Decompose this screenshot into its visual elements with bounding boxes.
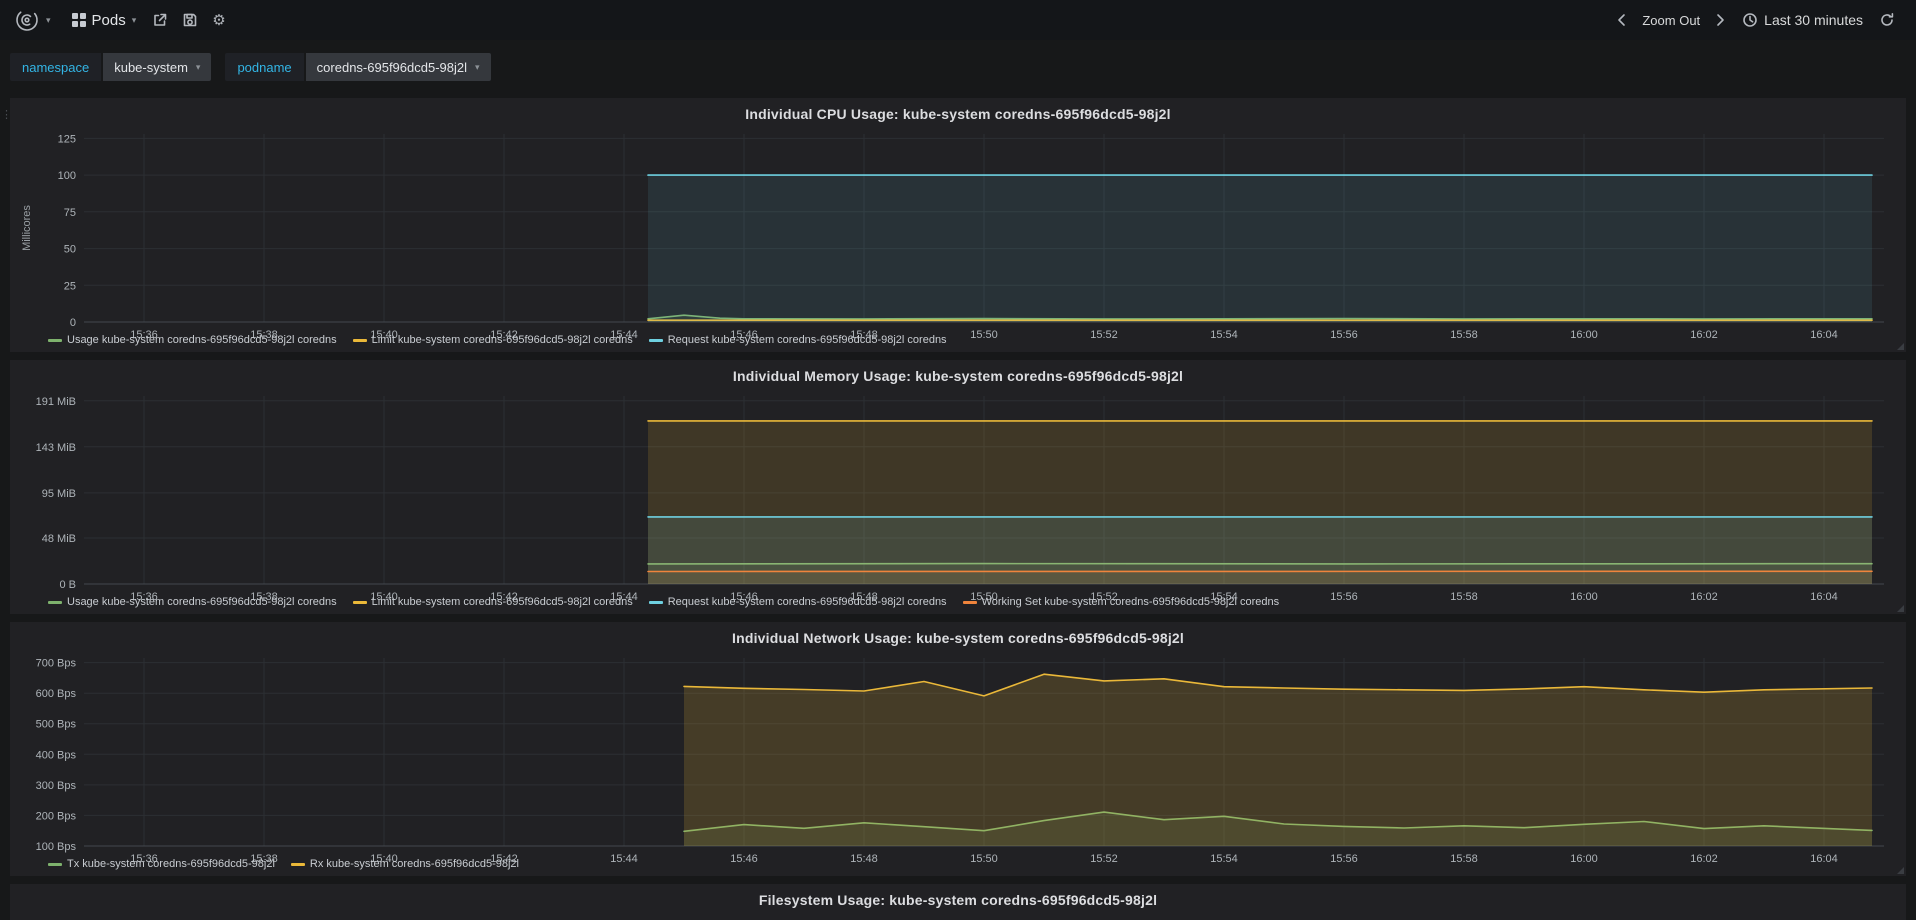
- legend-item[interactable]: Tx kube-system coredns-695f96dcd5-98j2l: [48, 858, 275, 870]
- svg-text:191 MiB: 191 MiB: [36, 396, 76, 408]
- svg-text:143 MiB: 143 MiB: [36, 442, 76, 454]
- svg-text:48 MiB: 48 MiB: [42, 533, 76, 545]
- svg-text:75: 75: [64, 207, 76, 219]
- time-range-button[interactable]: Last 30 minutes: [1733, 6, 1872, 34]
- time-range-label: Last 30 minutes: [1764, 12, 1863, 28]
- navbar-right: Zoom Out Last 30 minutes: [1609, 6, 1902, 34]
- namespace-select[interactable]: kube-system ▾: [103, 53, 212, 81]
- zoom-out-label: Zoom Out: [1642, 12, 1701, 28]
- svg-text:0 B: 0 B: [59, 579, 76, 591]
- refresh-button[interactable]: [1872, 6, 1902, 34]
- time-forward-button[interactable]: [1709, 7, 1733, 33]
- variable-podname-label: podname: [225, 53, 304, 81]
- svg-text:100: 100: [58, 170, 76, 182]
- legend-item[interactable]: Usage kube-system coredns-695f96dcd5-98j…: [48, 596, 337, 608]
- cpu-usage-chart-plot[interactable]: 0 25 50 75 100 125 15:36 15:38 15:40 15:42 15:44 15…: [18, 126, 1898, 341]
- settings-button[interactable]: ⚙: [205, 7, 232, 34]
- svg-text:600 Bps: 600 Bps: [36, 688, 77, 700]
- svg-text:100 Bps: 100 Bps: [36, 841, 77, 853]
- legend-item[interactable]: Request kube-system coredns-695f96dcd5-9…: [648, 596, 947, 608]
- chevron-right-icon: [1717, 14, 1724, 26]
- filesystem-usage-chart-plot[interactable]: [18, 912, 1898, 920]
- memory-usage-chart-plot[interactable]: 0 B 48 MiB 95 MiB 143 MiB 191 MiB 15:36 15:38 1…: [18, 388, 1898, 603]
- grafana-logo-button[interactable]: ▾: [8, 3, 57, 37]
- variable-namespace: namespace kube-system ▾: [10, 53, 212, 81]
- legend-item[interactable]: Working Set kube-system coredns-695f96dc…: [962, 596, 1279, 608]
- chevron-left-icon: [1618, 14, 1626, 26]
- svg-text:25: 25: [64, 280, 76, 292]
- svg-text:200 Bps: 200 Bps: [36, 810, 77, 822]
- panel-title[interactable]: Individual Memory Usage: kube-system cor…: [18, 365, 1898, 388]
- panel-title[interactable]: Individual Network Usage: kube-system co…: [18, 627, 1898, 650]
- share-icon: [154, 13, 167, 26]
- zoom-out-button[interactable]: Zoom Out: [1633, 7, 1709, 34]
- chevron-down-icon: ▾: [195, 61, 201, 72]
- svg-text:700 Bps: 700 Bps: [36, 658, 77, 670]
- gear-icon: ⚙: [212, 11, 226, 29]
- clock-icon: [1743, 13, 1757, 27]
- save-button[interactable]: [175, 6, 205, 34]
- grid-icon: [71, 13, 86, 27]
- chart-legend: Usage kube-system coredns-695f96dcd5-98j…: [18, 594, 1898, 612]
- navbar-left: ▾ Pods ▾ ⚙: [8, 3, 233, 37]
- variable-namespace-label: namespace: [10, 53, 102, 81]
- svg-text:95 MiB: 95 MiB: [42, 488, 76, 500]
- legend-item[interactable]: Rx kube-system coredns-695f96dcd5-98j2l: [290, 858, 519, 870]
- panel-network-usage: Individual Network Usage: kube-system co…: [10, 622, 1906, 876]
- dashboard-panels: Individual CPU Usage: kube-system coredn…: [0, 98, 1916, 920]
- svg-text:Millicores: Millicores: [21, 205, 33, 251]
- legend-item[interactable]: Limit kube-system coredns-695f96dcd5-98j…: [352, 334, 633, 346]
- network-usage-chart-plot[interactable]: 100 Bps 200 Bps 300 Bps 400 Bps 500 Bps 600 B…: [18, 650, 1898, 865]
- namespace-value: kube-system: [114, 59, 188, 75]
- share-button[interactable]: [145, 6, 175, 34]
- svg-text:500 Bps: 500 Bps: [36, 719, 77, 731]
- panel-cpu-usage: Individual CPU Usage: kube-system coredn…: [10, 98, 1906, 352]
- podname-value: coredns-695f96dcd5-98j2l: [316, 59, 467, 75]
- chevron-down-icon: ▾: [475, 61, 480, 72]
- legend-item[interactable]: Usage kube-system coredns-695f96dcd5-98j…: [48, 334, 337, 346]
- svg-text:300 Bps: 300 Bps: [36, 780, 77, 792]
- save-icon: [183, 13, 197, 27]
- variable-podname: podname coredns-695f96dcd5-98j2l ▾: [225, 53, 491, 81]
- panel-resize-handle[interactable]: [1897, 343, 1904, 350]
- time-back-button[interactable]: [1609, 7, 1633, 33]
- navbar: ▾ Pods ▾ ⚙ Zoom Out Last 30 minutes: [0, 0, 1916, 40]
- svg-text:125: 125: [58, 133, 76, 145]
- panel-title[interactable]: Individual CPU Usage: kube-system coredn…: [18, 103, 1898, 126]
- grafana-dashboard: ▾ Pods ▾ ⚙ Zoom Out Last 30 minutes name…: [0, 0, 1916, 920]
- podname-select[interactable]: coredns-695f96dcd5-98j2l ▾: [305, 53, 491, 81]
- panel-resize-handle[interactable]: [1897, 867, 1904, 874]
- legend-item[interactable]: Limit kube-system coredns-695f96dcd5-98j…: [352, 596, 633, 608]
- chevron-down-icon: ▾: [131, 14, 137, 25]
- svg-text:50: 50: [64, 244, 76, 256]
- template-variables: namespace kube-system ▾ podname coredns-…: [10, 53, 1906, 81]
- grafana-logo-icon: [16, 9, 38, 31]
- dashboard-picker-button[interactable]: Pods ▾: [63, 6, 146, 35]
- panel-memory-usage: Individual Memory Usage: kube-system cor…: [10, 360, 1906, 614]
- dashboard-title: Pods: [91, 11, 126, 29]
- panel-title[interactable]: Filesystem Usage: kube-system coredns-69…: [18, 889, 1898, 912]
- panel-resize-handle[interactable]: [1897, 605, 1904, 612]
- legend-item[interactable]: Request kube-system coredns-695f96dcd5-9…: [648, 334, 947, 346]
- svg-text:400 Bps: 400 Bps: [36, 749, 77, 761]
- chart-legend: Tx kube-system coredns-695f96dcd5-98j2l R…: [18, 856, 1898, 874]
- chart-legend: Usage kube-system coredns-695f96dcd5-98j…: [18, 332, 1898, 350]
- panel-filesystem-usage: Filesystem Usage: kube-system coredns-69…: [10, 884, 1906, 920]
- svg-text:0: 0: [70, 317, 76, 329]
- refresh-icon: [1881, 13, 1894, 26]
- chevron-down-icon: ▾: [46, 14, 51, 25]
